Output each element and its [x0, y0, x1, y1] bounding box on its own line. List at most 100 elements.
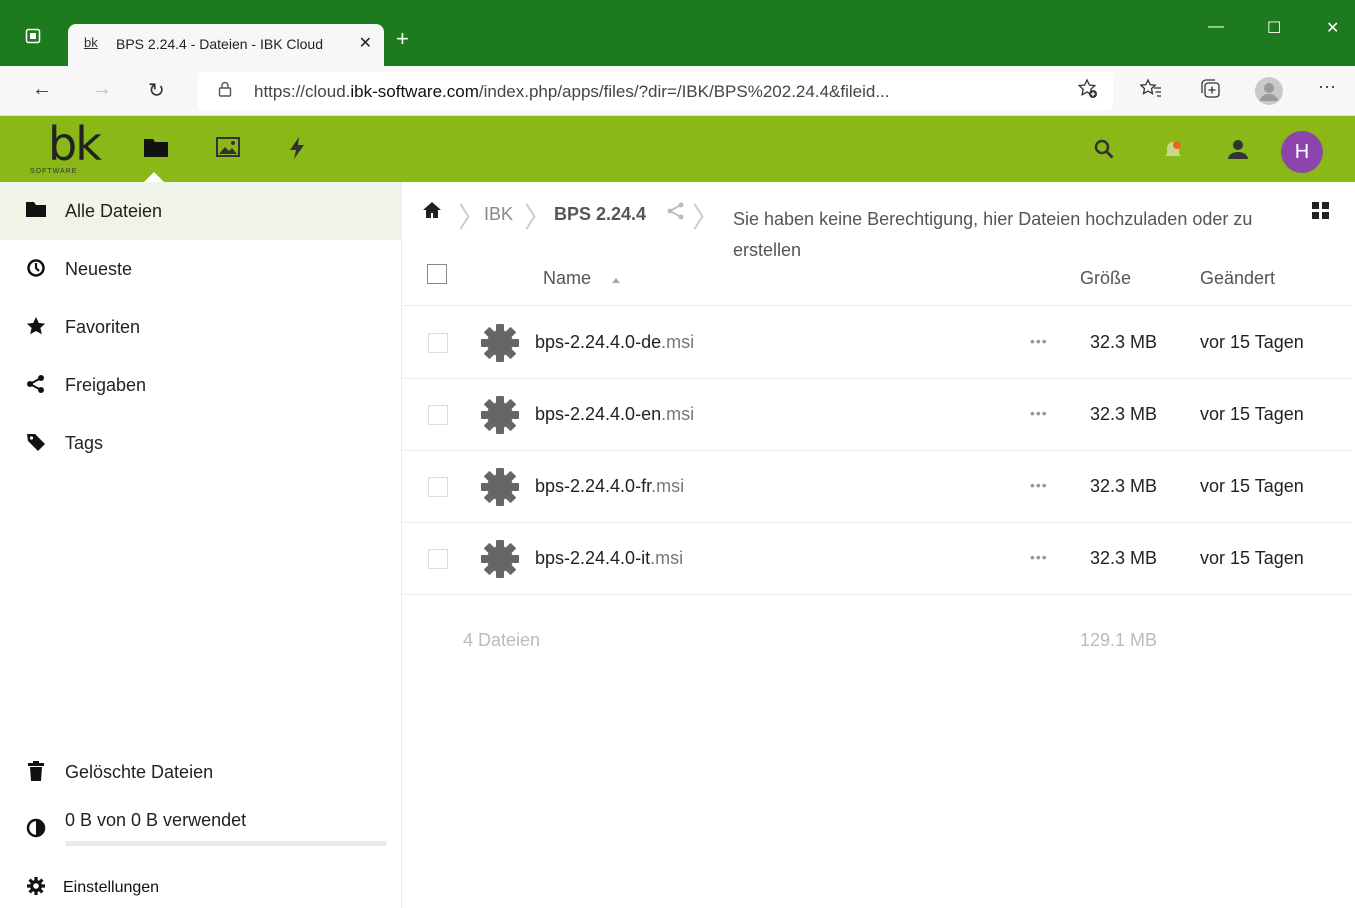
- browser-tab-active[interactable]: bk BPS 2.24.4 - Dateien - IBK Cloud ✕: [68, 24, 384, 66]
- select-all-checkbox[interactable]: [427, 264, 447, 284]
- sidebar: Alle Dateien Neueste Favoriten Freigaben…: [0, 182, 402, 908]
- tab-close-icon[interactable]: ✕: [359, 33, 372, 53]
- sidebar-item-alle-dateien[interactable]: Alle Dateien: [0, 182, 401, 240]
- installer-file-icon: [481, 324, 519, 362]
- summary-total-size: 129.1 MB: [1080, 630, 1158, 650]
- lock-icon: [218, 81, 232, 101]
- photos-app-icon[interactable]: [216, 136, 240, 165]
- column-header-modified[interactable]: Geändert: [1200, 268, 1275, 289]
- window-close-button[interactable]: ✕: [1326, 18, 1339, 38]
- url-field[interactable]: https://cloud.ibk-software.com/index.php…: [198, 72, 1113, 110]
- address-bar: ← → ↻ https://cloud.ibk-software.com/ind…: [0, 66, 1355, 116]
- share-icon[interactable]: [666, 202, 686, 225]
- add-favorite-icon[interactable]: [1077, 78, 1099, 105]
- logo-text: bk: [48, 117, 102, 171]
- sidebar-item-tags[interactable]: Tags: [0, 414, 401, 472]
- logo-subtext: SOFTWARE: [30, 168, 78, 175]
- breadcrumb-current[interactable]: BPS 2.24.4: [554, 204, 646, 225]
- window-minimize-button[interactable]: —: [1208, 18, 1224, 36]
- back-button[interactable]: ←: [32, 78, 52, 101]
- table-row[interactable]: bps-2.24.4.0-de.msi ••• 32.3 MB vor 15 T…: [402, 307, 1352, 379]
- row-checkbox[interactable]: [428, 549, 448, 569]
- file-name[interactable]: bps-2.24.4.0-en.msi: [535, 404, 694, 425]
- permission-message: Sie haben keine Berechtigung, hier Datei…: [733, 209, 1253, 260]
- file-name[interactable]: bps-2.24.4.0-it.msi: [535, 548, 683, 569]
- files-app-icon[interactable]: [143, 136, 169, 165]
- file-extension: .msi: [661, 332, 695, 352]
- url-prefix: https://cloud.: [254, 82, 351, 101]
- browser-tab-strip: bk BPS 2.24.4 - Dateien - IBK Cloud ✕ + …: [0, 0, 1355, 66]
- column-header-name[interactable]: Name: [543, 268, 591, 289]
- sidebar-item-freigaben[interactable]: Freigaben: [0, 356, 401, 414]
- sidebar-item-label: Freigaben: [65, 375, 147, 395]
- file-list-area: 〉 IBK 〉 BPS 2.24.4 〉 Sie haben keine Ber…: [402, 182, 1355, 908]
- notifications-icon[interactable]: [1162, 138, 1184, 166]
- new-tab-button[interactable]: +: [396, 28, 409, 50]
- sidebar-item-label: Favoriten: [65, 317, 141, 337]
- file-name-base: bps-2.24.4.0-it: [535, 548, 651, 568]
- contacts-icon[interactable]: [1226, 138, 1250, 166]
- file-size: 32.3 MB: [1090, 548, 1158, 568]
- activity-app-icon[interactable]: [288, 136, 306, 167]
- breadcrumb-ibk[interactable]: IBK: [484, 204, 513, 225]
- file-size: 32.3 MB: [1090, 404, 1158, 424]
- sort-ascending-icon: [612, 278, 620, 283]
- file-name-base: bps-2.24.4.0-fr: [535, 476, 652, 496]
- file-extension: .msi: [651, 476, 685, 496]
- file-name[interactable]: bps-2.24.4.0-de.msi: [535, 332, 694, 353]
- row-actions-button[interactable]: •••: [1030, 477, 1048, 493]
- star-icon: [26, 316, 46, 336]
- quota-pie-icon: [26, 818, 46, 838]
- breadcrumb-separator: 〉: [458, 202, 487, 233]
- row-actions-button[interactable]: •••: [1030, 333, 1048, 349]
- row-checkbox[interactable]: [428, 405, 448, 425]
- sidebar-item-einstellungen[interactable]: Einstellungen: [0, 860, 401, 908]
- favorites-icon[interactable]: [1139, 78, 1162, 105]
- file-modified: vor 15 Tagen: [1200, 476, 1304, 496]
- file-size: 32.3 MB: [1090, 476, 1158, 496]
- url-text: https://cloud.ibk-software.com/index.php…: [254, 82, 890, 102]
- installer-file-icon: [481, 468, 519, 506]
- tab-title: BPS 2.24.4 - Dateien - IBK Cloud: [116, 36, 323, 52]
- sidebar-item-favoriten[interactable]: Favoriten: [0, 298, 401, 356]
- table-row[interactable]: bps-2.24.4.0-fr.msi ••• 32.3 MB vor 15 T…: [402, 451, 1352, 523]
- file-modified: vor 15 Tagen: [1200, 332, 1304, 352]
- tab-actions-icon[interactable]: [22, 28, 44, 50]
- home-icon[interactable]: [422, 200, 442, 225]
- grid-view-icon[interactable]: [1312, 202, 1330, 220]
- url-rest: /index.php/apps/files/?dir=/IBK/BPS%202.…: [478, 82, 890, 101]
- file-name[interactable]: bps-2.24.4.0-fr.msi: [535, 476, 684, 497]
- clock-icon: [26, 258, 46, 278]
- installer-file-icon: [481, 396, 519, 434]
- search-icon[interactable]: [1093, 138, 1115, 166]
- summary-file-count: 4 Dateien: [463, 630, 541, 650]
- tag-icon: [26, 432, 46, 452]
- user-avatar[interactable]: H: [1281, 131, 1323, 173]
- quota-bar: [65, 841, 387, 846]
- file-extension: .msi: [661, 404, 695, 424]
- row-checkbox[interactable]: [428, 477, 448, 497]
- sidebar-item-neueste[interactable]: Neueste: [0, 240, 401, 298]
- column-header-size[interactable]: Größe: [1080, 268, 1131, 289]
- row-actions-button[interactable]: •••: [1030, 549, 1048, 565]
- reload-button[interactable]: ↻: [148, 78, 165, 103]
- profile-avatar[interactable]: [1255, 77, 1283, 105]
- tab-actions-glyph: [25, 28, 41, 44]
- app-header: bk SOFTWARE H: [0, 116, 1355, 182]
- breadcrumb-separator: 〉: [524, 202, 553, 233]
- logo[interactable]: bk SOFTWARE: [10, 116, 102, 182]
- row-checkbox[interactable]: [428, 333, 448, 353]
- file-extension: .msi: [650, 548, 684, 568]
- table-header: Name Größe Geändert: [402, 258, 1352, 306]
- collections-icon[interactable]: [1200, 78, 1222, 105]
- sidebar-item-label: Neueste: [65, 259, 133, 279]
- row-actions-button[interactable]: •••: [1030, 405, 1048, 421]
- sidebar-item-label: Gelöschte Dateien: [65, 762, 214, 782]
- window-maximize-button[interactable]: ☐: [1267, 18, 1281, 38]
- more-menu-button[interactable]: ···: [1318, 76, 1336, 97]
- url-domain: ibk-software.com: [350, 82, 479, 101]
- forward-button[interactable]: →: [92, 78, 112, 101]
- sidebar-item-label: Alle Dateien: [65, 201, 163, 221]
- table-row[interactable]: bps-2.24.4.0-it.msi ••• 32.3 MB vor 15 T…: [402, 523, 1352, 595]
- table-row[interactable]: bps-2.24.4.0-en.msi ••• 32.3 MB vor 15 T…: [402, 379, 1352, 451]
